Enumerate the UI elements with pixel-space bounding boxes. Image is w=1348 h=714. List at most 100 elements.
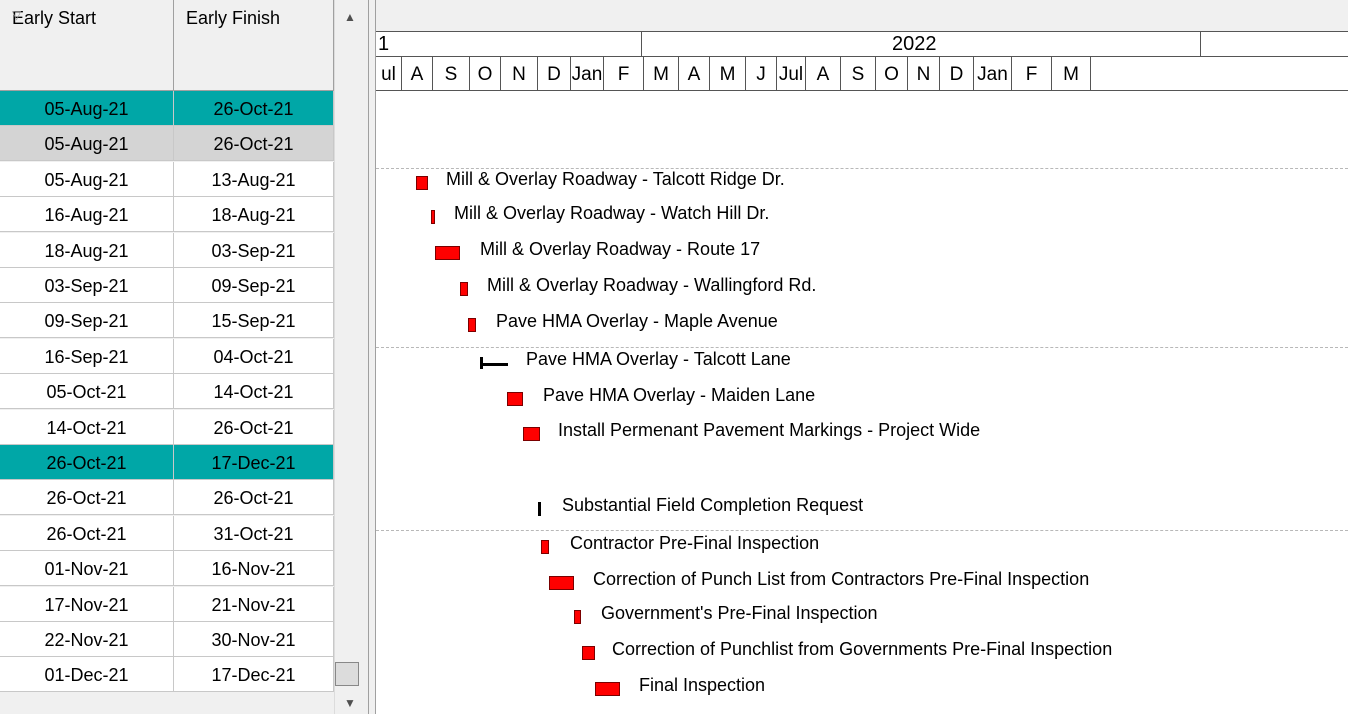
month-label: A xyxy=(806,57,841,90)
column-header-early-finish[interactable]: Early Finish xyxy=(174,0,334,91)
early-start-cell[interactable]: 14-Oct-21 xyxy=(0,409,174,445)
early-finish-cell[interactable]: 17-Dec-21 xyxy=(174,657,334,693)
table-row[interactable]: 05-Aug-21 26-Oct-21 xyxy=(0,91,334,126)
task-label: Mill & Overlay Roadway - Wallingford Rd. xyxy=(487,275,817,295)
table-row[interactable]: 05-Aug-21 26-Oct-21 xyxy=(0,126,334,162)
table-row[interactable]: 26-Oct-21 31-Oct-21 xyxy=(0,515,334,551)
early-start-cell[interactable]: 16-Aug-21 xyxy=(0,197,174,233)
early-start-cell[interactable]: 01-Dec-21 xyxy=(0,657,174,693)
task-label: Pave HMA Overlay - Maple Avenue xyxy=(496,311,778,331)
month-label: M xyxy=(1052,57,1091,90)
early-finish-cell[interactable]: 26-Oct-21 xyxy=(174,480,334,516)
early-start-cell[interactable]: 03-Sep-21 xyxy=(0,268,174,303)
grid-vertical-scrollbar[interactable]: ▲ ▼ xyxy=(334,0,368,714)
timescale-header: 1 2022 ul A S O N D Jan F M A M J Jul A S O N D Jan F M xyxy=(376,0,1348,91)
month-label: O xyxy=(876,57,908,90)
early-finish-cell[interactable]: 09-Sep-21 xyxy=(174,268,334,303)
table-row[interactable]: 22-Nov-21 30-Nov-21 xyxy=(0,622,334,657)
table-row[interactable]: 09-Sep-21 15-Sep-21 xyxy=(0,303,334,339)
task-bar[interactable] xyxy=(468,318,476,332)
early-finish-cell[interactable]: 14-Oct-21 xyxy=(174,374,334,410)
task-bar[interactable] xyxy=(435,246,460,260)
table-row[interactable]: 26-Oct-21 26-Oct-21 xyxy=(0,480,334,516)
table-row[interactable]: 01-Nov-21 16-Nov-21 xyxy=(0,551,334,587)
task-bar[interactable] xyxy=(582,646,595,660)
sort-indicator-icon: ▽ xyxy=(12,8,22,22)
scrollbar-thumb[interactable] xyxy=(335,662,359,686)
early-start-cell[interactable]: 05-Aug-21 xyxy=(0,161,174,197)
summary-bar[interactable] xyxy=(480,363,508,366)
scroll-down-arrow-icon[interactable]: ▼ xyxy=(344,696,356,710)
month-label: N xyxy=(501,57,538,90)
column-header-early-start[interactable]: Early Start ▽ xyxy=(0,0,174,91)
early-finish-cell[interactable]: 26-Oct-21 xyxy=(174,409,334,445)
month-label: D xyxy=(538,57,571,90)
early-start-cell[interactable]: 05-Oct-21 xyxy=(0,374,174,410)
early-start-cell[interactable]: 26-Oct-21 xyxy=(0,480,174,516)
early-start-cell[interactable]: 09-Sep-21 xyxy=(0,303,174,339)
early-finish-cell[interactable]: 26-Oct-21 xyxy=(174,91,334,126)
month-label: F xyxy=(604,57,644,90)
table-row[interactable]: 18-Aug-21 03-Sep-21 xyxy=(0,232,334,268)
table-row[interactable]: 01-Dec-21 17-Dec-21 xyxy=(0,657,334,693)
task-bar[interactable] xyxy=(549,576,574,590)
month-label: Jul xyxy=(777,57,806,90)
month-label: S xyxy=(841,57,876,90)
column-header-early-finish-label: Early Finish xyxy=(186,8,281,28)
task-bar[interactable] xyxy=(541,540,549,554)
scroll-up-arrow-icon[interactable]: ▲ xyxy=(344,10,356,24)
month-label: J xyxy=(746,57,777,90)
task-bar[interactable] xyxy=(460,282,468,296)
table-row[interactable]: 05-Oct-21 14-Oct-21 xyxy=(0,374,334,410)
task-label: Substantial Field Completion Request xyxy=(562,495,864,515)
early-finish-cell[interactable]: 31-Oct-21 xyxy=(174,515,334,551)
table-row[interactable]: 03-Sep-21 09-Sep-21 xyxy=(0,268,334,303)
task-label: Install Permenant Pavement Markings - Pr… xyxy=(558,420,981,440)
early-start-cell[interactable]: 05-Aug-21 xyxy=(0,126,174,162)
year-label: 2022 xyxy=(892,33,937,55)
year-divider xyxy=(641,32,642,57)
table-row[interactable]: 26-Oct-21 17-Dec-21 xyxy=(0,445,334,480)
year-divider xyxy=(1200,32,1201,57)
early-finish-cell[interactable]: 30-Nov-21 xyxy=(174,622,334,657)
month-band: ul A S O N D Jan F M A M J Jul A S O N D Jan F M xyxy=(376,57,1348,91)
early-start-cell[interactable]: 18-Aug-21 xyxy=(0,232,174,268)
early-finish-cell[interactable]: 03-Sep-21 xyxy=(174,232,334,268)
early-start-cell[interactable]: 17-Nov-21 xyxy=(0,586,174,622)
table-row[interactable]: 05-Aug-21 13-Aug-21 xyxy=(0,161,334,197)
early-finish-cell[interactable]: 21-Nov-21 xyxy=(174,586,334,622)
activity-grid: Early Start ▽ Early Finish 05-Aug-21 26-O… xyxy=(0,0,372,714)
task-bar[interactable] xyxy=(574,610,581,624)
early-start-cell[interactable]: 01-Nov-21 xyxy=(0,551,174,587)
task-bar[interactable] xyxy=(523,427,540,441)
task-bar[interactable] xyxy=(595,682,620,696)
month-label: ul xyxy=(376,57,402,90)
year-band: 1 2022 xyxy=(376,32,1348,57)
early-finish-cell[interactable]: 04-Oct-21 xyxy=(174,338,334,374)
task-bar[interactable] xyxy=(416,176,428,190)
month-label: F xyxy=(1012,57,1052,90)
early-start-cell[interactable]: 05-Aug-21 xyxy=(0,91,174,126)
early-start-cell[interactable]: 26-Oct-21 xyxy=(0,515,174,551)
early-finish-cell[interactable]: 18-Aug-21 xyxy=(174,197,334,233)
early-start-cell[interactable]: 26-Oct-21 xyxy=(0,445,174,480)
task-label: Correction of Punchlist from Governments… xyxy=(612,639,1113,659)
pane-splitter[interactable] xyxy=(368,0,376,714)
table-row[interactable]: 16-Aug-21 18-Aug-21 xyxy=(0,197,334,233)
milestone-marker[interactable] xyxy=(538,502,541,516)
early-finish-cell[interactable]: 13-Aug-21 xyxy=(174,161,334,197)
early-start-cell[interactable]: 22-Nov-21 xyxy=(0,622,174,657)
early-start-cell[interactable]: 16-Sep-21 xyxy=(0,338,174,374)
early-finish-cell[interactable]: 26-Oct-21 xyxy=(174,126,334,162)
gantt-chart: 1 2022 ul A S O N D Jan F M A M J Jul A S O N D Jan F M Mill… xyxy=(376,0,1348,714)
table-row[interactable]: 14-Oct-21 26-Oct-21 xyxy=(0,409,334,445)
table-row[interactable]: 17-Nov-21 21-Nov-21 xyxy=(0,586,334,622)
early-finish-cell[interactable]: 17-Dec-21 xyxy=(174,445,334,480)
early-finish-cell[interactable]: 15-Sep-21 xyxy=(174,303,334,339)
task-bar[interactable] xyxy=(507,392,523,406)
timescale-blank-band xyxy=(376,0,1348,32)
table-row[interactable]: 16-Sep-21 04-Oct-21 xyxy=(0,338,334,374)
task-label: Correction of Punch List from Contractor… xyxy=(593,569,1090,589)
task-bar[interactable] xyxy=(431,210,435,224)
early-finish-cell[interactable]: 16-Nov-21 xyxy=(174,551,334,587)
